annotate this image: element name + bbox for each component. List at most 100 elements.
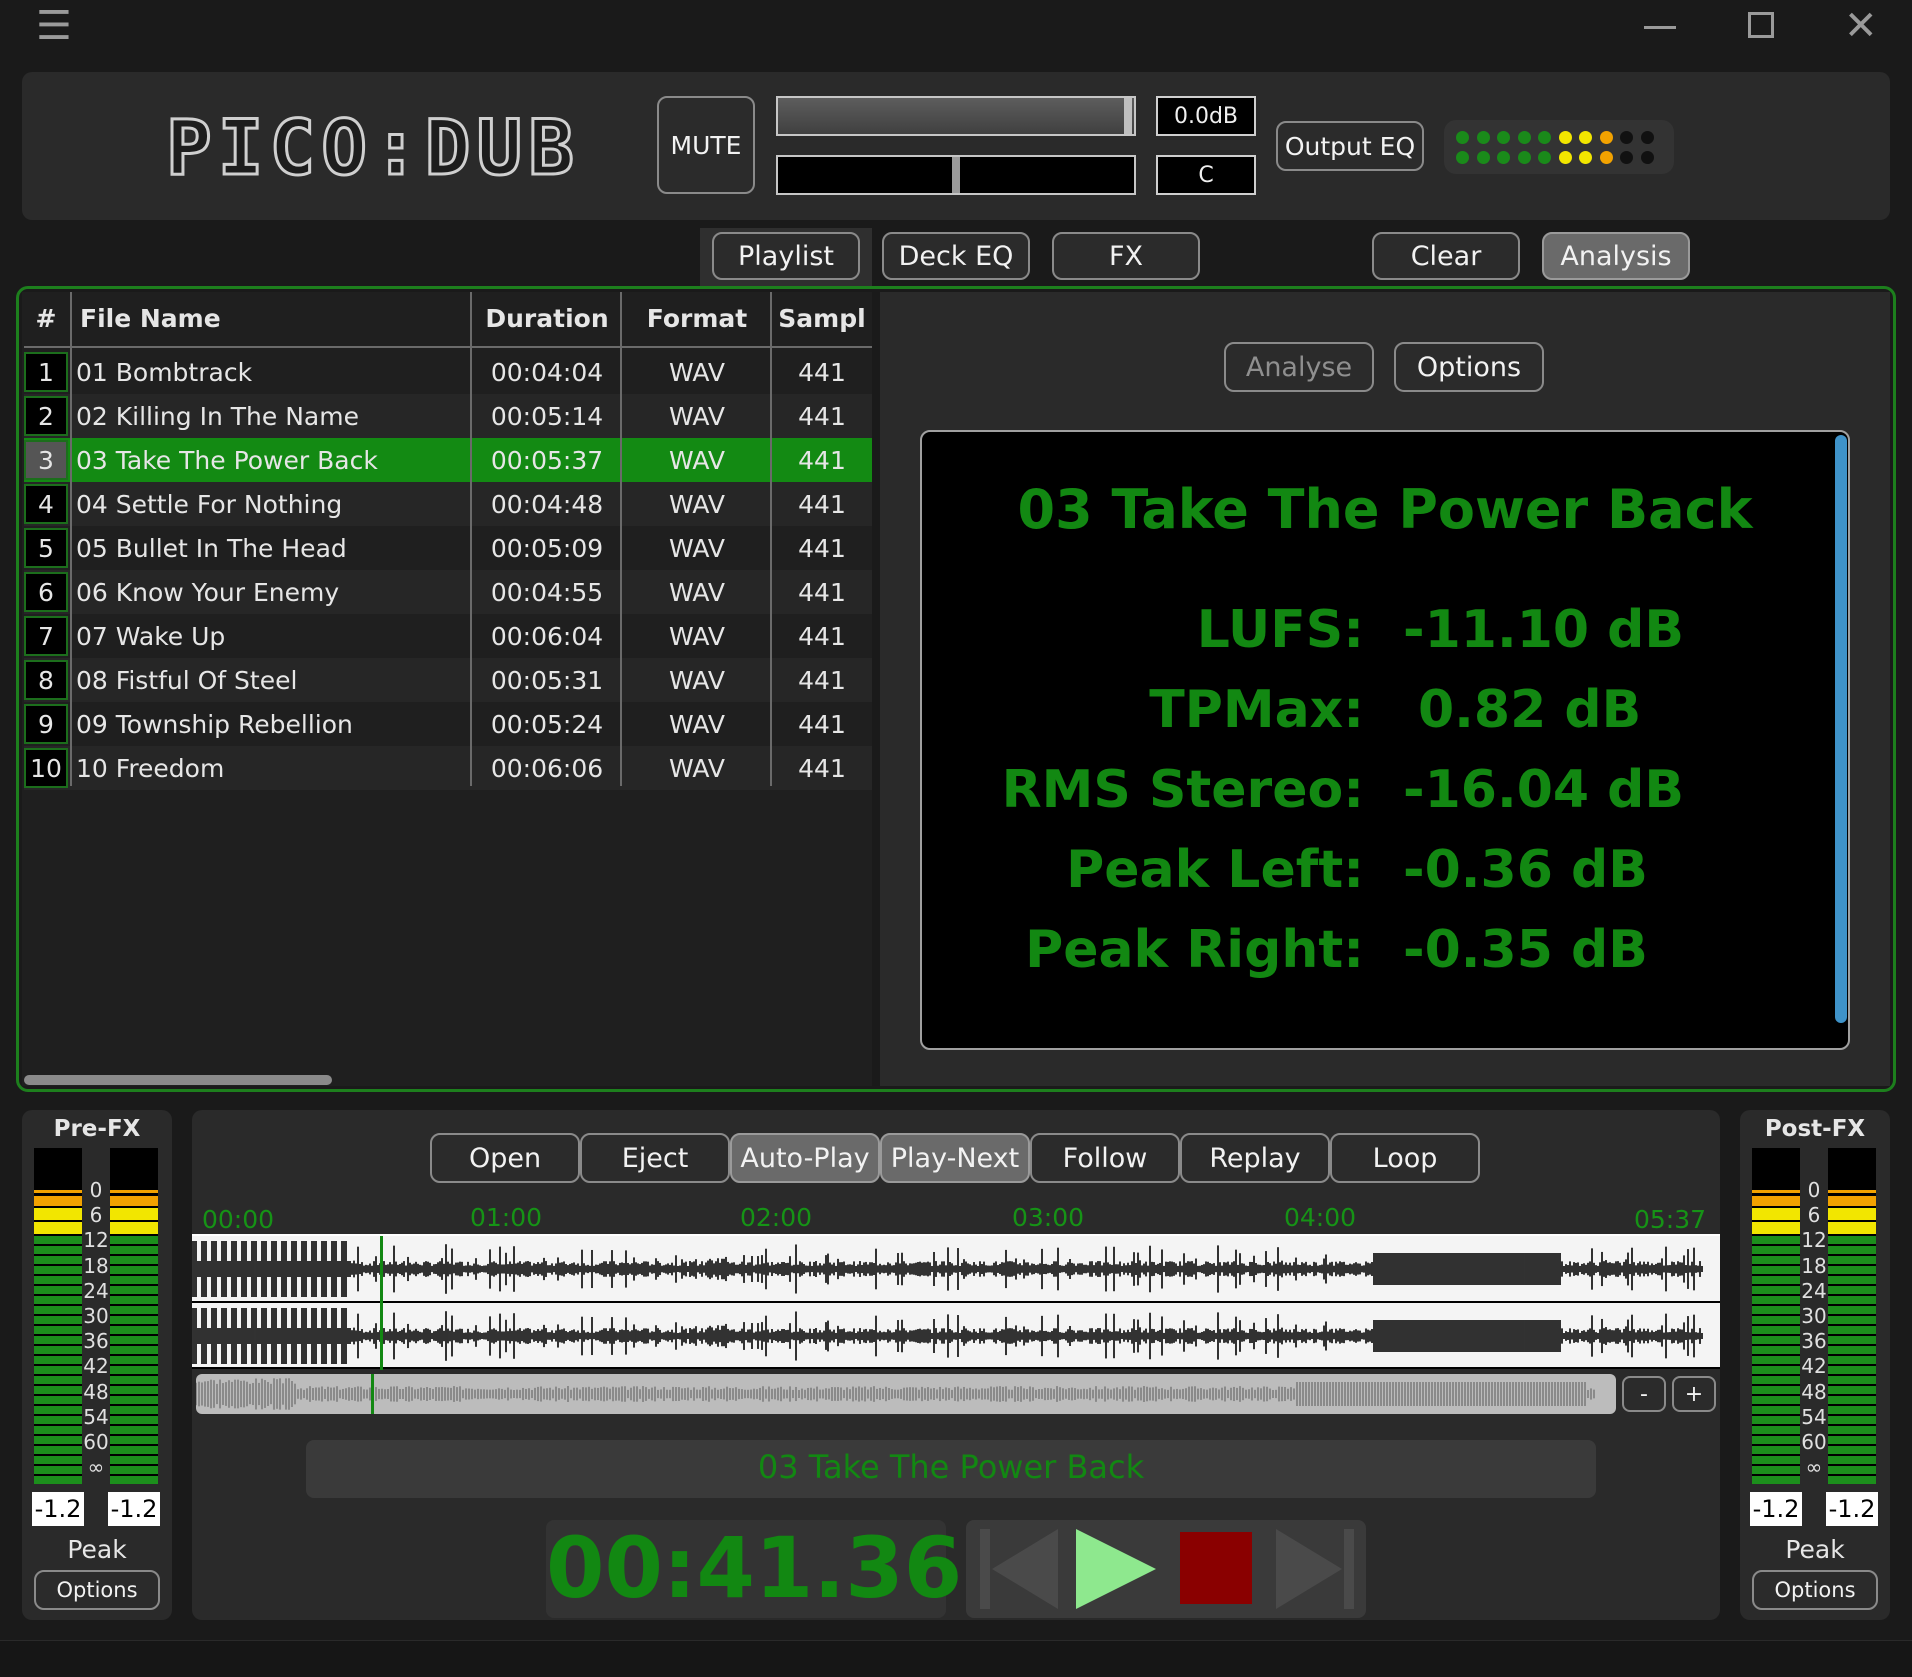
meter-segment [34, 1446, 82, 1454]
loop-button[interactable]: Loop [1330, 1133, 1480, 1183]
track-format: WAV [669, 709, 725, 739]
level-led [1497, 131, 1510, 144]
meter-scale-label: 24 [1801, 1278, 1827, 1303]
track-name: 04 Settle For Nothing [76, 489, 343, 519]
table-row[interactable]: 4 04 Settle For Nothing 00:04:48 WAV 441 [24, 482, 872, 526]
auto-play-button[interactable]: Auto-Play [730, 1133, 880, 1183]
post-fx-options-button[interactable]: Options [1752, 1570, 1878, 1610]
level-led [1579, 131, 1592, 144]
meter-segment [110, 1208, 158, 1220]
play-next-button[interactable]: Play-Next [880, 1133, 1030, 1183]
track-duration: 00:05:09 [490, 533, 604, 563]
maximize-icon[interactable] [1748, 12, 1774, 38]
pan-slider[interactable] [776, 155, 1136, 195]
tab-fx[interactable]: FX [1052, 232, 1200, 280]
table-row[interactable]: 7 07 Wake Up 00:06:04 WAV 441 [24, 614, 872, 658]
next-track-icon[interactable] [1274, 1528, 1358, 1610]
playlist-horizontal-scrollbar[interactable] [24, 1075, 332, 1085]
timeline-tick-label: 03:00 [1012, 1203, 1085, 1232]
track-name: 07 Wake Up [76, 621, 226, 651]
analyse-button[interactable]: Analyse [1224, 342, 1374, 392]
meter-segment [1752, 1396, 1800, 1404]
col-header-file-name[interactable]: File Name [80, 290, 460, 346]
tab-deck-eq[interactable]: Deck EQ [882, 232, 1030, 280]
gain-slider[interactable] [776, 96, 1136, 136]
meter-segment [34, 1286, 82, 1294]
level-led [1640, 131, 1654, 144]
clear-button[interactable]: Clear [1372, 232, 1520, 280]
open-button[interactable]: Open [430, 1133, 580, 1183]
table-row[interactable]: 2 02 Killing In The Name 00:05:14 WAV 441 [24, 394, 872, 438]
meter-scale-label: 60 [1801, 1430, 1827, 1454]
meter-segment [34, 1396, 82, 1404]
meter-segment [34, 1246, 82, 1254]
pre-fx-options-button[interactable]: Options [34, 1570, 160, 1610]
playhead-marker[interactable] [379, 1236, 383, 1370]
waveform-overview[interactable] [196, 1374, 1616, 1414]
table-row[interactable]: 5 05 Bullet In The Head 00:05:09 WAV 441 [24, 526, 872, 570]
col-header-format[interactable]: Format [622, 290, 772, 346]
meter-scale-label: 18 [83, 1253, 109, 1278]
analysis-options-button[interactable]: Options [1394, 342, 1544, 392]
overview-playhead[interactable] [370, 1374, 374, 1414]
meter-segment [1828, 1208, 1876, 1220]
table-row[interactable]: 1 01 Bombtrack 00:04:04 WAV 441 [24, 350, 872, 394]
meter-scale-label: 48 [83, 1379, 109, 1404]
level-led [1558, 131, 1572, 144]
meter-segment [110, 1436, 158, 1444]
analysis-button[interactable]: Analysis [1542, 232, 1690, 280]
meter-segment [110, 1222, 158, 1234]
hamburger-menu-icon[interactable]: ☰ [36, 6, 72, 46]
table-row[interactable]: 10 10 Freedom 00:06:06 WAV 441 [24, 746, 872, 790]
replay-button[interactable]: Replay [1180, 1133, 1330, 1183]
follow-button[interactable]: Follow [1030, 1133, 1180, 1183]
col-header-sample[interactable]: Sampl [772, 290, 872, 346]
waveform-view[interactable] [192, 1234, 1720, 1370]
meter-scale-label: 42 [1801, 1354, 1827, 1379]
meter-scale-label: 0 [89, 1178, 103, 1202]
table-row[interactable]: 8 08 Fistful Of Steel 00:05:31 WAV 441 [24, 658, 872, 702]
level-led [1599, 151, 1613, 164]
gain-slider-handle[interactable] [1124, 98, 1132, 134]
meter-segment [1752, 1276, 1800, 1284]
post-fx-meter-right [1828, 1148, 1876, 1484]
track-name: 08 Fistful Of Steel [76, 665, 298, 695]
col-header-num[interactable]: # [24, 290, 68, 346]
col-header-duration[interactable]: Duration [472, 290, 622, 346]
close-icon[interactable]: ✕ [1844, 6, 1878, 46]
table-row[interactable]: 9 09 Township Rebellion 00:05:24 WAV 441 [24, 702, 872, 746]
stop-icon[interactable] [1180, 1532, 1252, 1604]
meter-segment [1752, 1306, 1800, 1314]
play-icon[interactable] [1074, 1528, 1158, 1610]
mute-button[interactable]: MUTE [657, 96, 755, 194]
meter-segment [1828, 1336, 1876, 1344]
meter-scale-label: 12 [83, 1228, 109, 1253]
meter-peak-hold [110, 1190, 158, 1193]
meter-segment [110, 1406, 158, 1414]
zoom-out-button[interactable]: - [1622, 1376, 1666, 1412]
meter-segment [110, 1346, 158, 1354]
meter-segment [1752, 1266, 1800, 1274]
table-row[interactable]: 3 03 Take The Power Back 00:05:37 WAV 441 [24, 438, 872, 482]
meter-segment [1752, 1326, 1800, 1334]
zoom-in-button[interactable]: + [1672, 1376, 1716, 1412]
previous-track-icon[interactable] [976, 1528, 1060, 1610]
output-eq-button[interactable]: Output EQ [1276, 121, 1424, 171]
peak-left-label: Peak Left: [1066, 840, 1364, 900]
post-fx-meter-left [1752, 1148, 1800, 1484]
meter-segment [1828, 1396, 1876, 1404]
meter-scale-label: 0 [1807, 1178, 1821, 1202]
meter-segment [110, 1386, 158, 1394]
meter-segment [110, 1366, 158, 1374]
track-duration: 00:04:48 [490, 489, 604, 519]
tab-playlist[interactable]: Playlist [712, 232, 860, 280]
meter-segment [34, 1236, 82, 1244]
table-row[interactable]: 6 06 Know Your Enemy 00:04:55 WAV 441 [24, 570, 872, 614]
meter-scale-label: 30 [1801, 1304, 1827, 1328]
eject-button[interactable]: Eject [580, 1133, 730, 1183]
meter-segment [1752, 1356, 1800, 1364]
meter-segment [110, 1416, 158, 1424]
pan-slider-handle[interactable] [952, 157, 960, 193]
minimize-icon[interactable] [1644, 26, 1676, 29]
timeline-tick-label: 04:00 [1284, 1203, 1357, 1232]
